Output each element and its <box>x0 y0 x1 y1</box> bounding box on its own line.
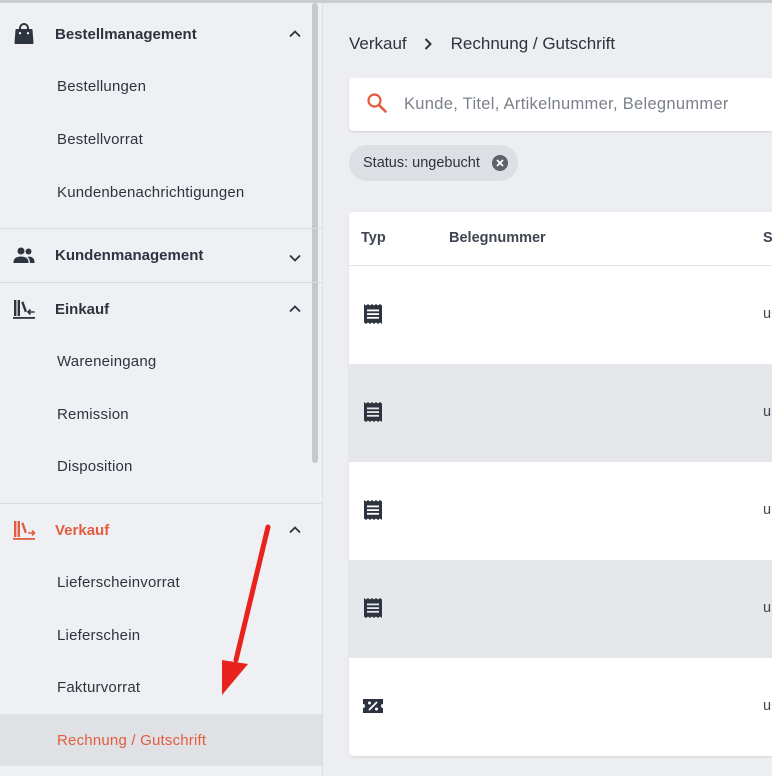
books-incoming-icon <box>13 300 35 319</box>
breadcrumb: Verkauf Rechnung / Gutschrift <box>349 33 615 55</box>
books-outgoing-icon <box>13 521 36 540</box>
receipt-icon <box>364 402 382 422</box>
table-row[interactable]: u <box>349 364 772 462</box>
sidebar-item-lieferscheinvorrat[interactable]: Lieferscheinvorrat <box>0 556 322 608</box>
sidebar-item-bestellvorrat[interactable]: Bestellvorrat <box>0 113 322 165</box>
sidebar-item-wareneingang[interactable]: Wareneingang <box>0 335 322 387</box>
table-row[interactable]: u <box>349 462 772 560</box>
sidebar: Bestellmanagement Bestellungen Bestellvo… <box>0 3 323 776</box>
status-cell: u <box>763 404 772 420</box>
receipt-icon <box>364 500 382 520</box>
discount-ticket-icon <box>363 699 383 713</box>
breadcrumb-item-verkauf[interactable]: Verkauf <box>349 34 407 54</box>
sidebar-item-disposition[interactable]: Disposition <box>0 440 322 492</box>
sidebar-section-label: Einkauf <box>55 300 110 318</box>
table-row[interactable]: u <box>349 658 772 756</box>
status-cell: u <box>763 502 772 518</box>
chevron-down-icon[interactable] <box>287 250 303 266</box>
sidebar-section-bestellmanagement[interactable]: Bestellmanagement <box>0 7 312 61</box>
status-cell: u <box>763 600 772 616</box>
shopping-bag-icon <box>14 23 34 45</box>
close-circle-icon[interactable] <box>491 154 509 172</box>
sidebar-item-fakturvorrat[interactable]: Fakturvorrat <box>0 661 322 713</box>
table-header: Typ Belegnummer St <box>349 212 772 266</box>
table-row[interactable]: u <box>349 266 772 364</box>
search-box <box>349 78 772 131</box>
sidebar-section-einkauf[interactable]: Einkauf <box>0 282 312 336</box>
column-header-typ[interactable]: Typ <box>361 230 386 246</box>
status-cell: u <box>763 698 772 714</box>
chevron-up-icon[interactable] <box>287 301 303 317</box>
chevron-up-icon[interactable] <box>287 522 303 538</box>
breadcrumb-item-current: Rechnung / Gutschrift <box>450 34 616 53</box>
sidebar-item-bestellungen[interactable]: Bestellungen <box>0 60 322 112</box>
search-input[interactable] <box>404 78 772 131</box>
search-icon[interactable] <box>366 92 388 114</box>
receipt-icon <box>364 598 382 618</box>
sidebar-section-label: Verkauf <box>55 521 110 539</box>
receipt-icon <box>364 304 382 324</box>
sidebar-item-rechnung-gutschrift[interactable]: Rechnung / Gutschrift <box>0 714 322 766</box>
sidebar-item-kundenbenachrichtigungen[interactable]: Kundenbenachrichtigungen <box>0 166 322 218</box>
documents-table: Typ Belegnummer St u u u u <box>349 212 772 756</box>
filter-chip-label: Status: ungebucht <box>363 155 480 171</box>
chevron-up-icon[interactable] <box>287 26 303 42</box>
status-cell: u <box>763 306 772 322</box>
filter-chip-status: Status: ungebucht <box>349 145 518 181</box>
people-icon <box>13 247 35 263</box>
sidebar-item-remission[interactable]: Remission <box>0 388 322 440</box>
sidebar-section-label: Bestellmanagement <box>55 25 197 43</box>
table-row[interactable]: u <box>349 560 772 658</box>
sidebar-item-lieferschein[interactable]: Lieferschein <box>0 609 322 661</box>
column-header-belegnummer[interactable]: Belegnummer <box>449 230 546 246</box>
sidebar-section-verkauf[interactable]: Verkauf <box>0 503 312 557</box>
sidebar-section-label: Kundenmanagement <box>55 246 204 264</box>
column-header-status[interactable]: St <box>763 230 772 246</box>
chevron-right-icon <box>424 38 432 50</box>
sidebar-section-kundenmanagement[interactable]: Kundenmanagement <box>0 228 312 282</box>
